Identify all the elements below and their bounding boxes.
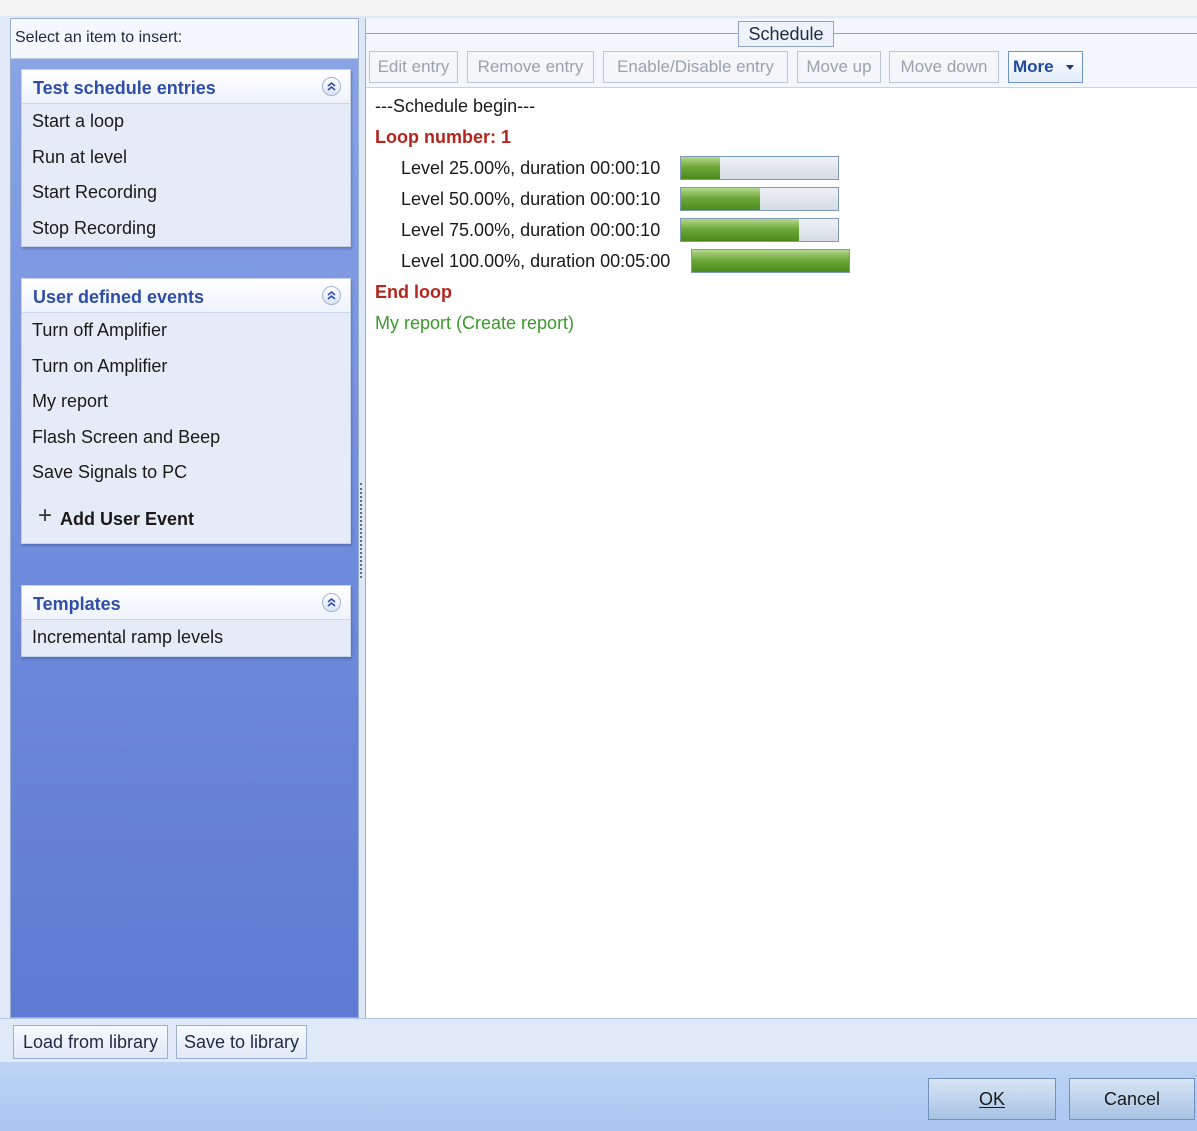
schedule-tab[interactable]: Schedule [738,21,834,47]
list-item-stop-recording[interactable]: Stop Recording [22,211,350,247]
group-header[interactable]: Test schedule entries [22,70,350,104]
group-templates: Templates Incremental ramp levels [21,585,351,657]
window-top-strip [0,0,1197,16]
progress-fill [681,188,760,210]
add-user-event-button[interactable]: + Add User Event [22,491,350,543]
list-item-save-signals[interactable]: Save Signals to PC [22,455,350,491]
list-item-run-at-level[interactable]: Run at level [22,140,350,176]
cancel-button[interactable]: Cancel [1069,1078,1195,1120]
level-entry-text[interactable]: Level 100.00%, duration 00:05:00 [401,251,670,272]
ok-button[interactable]: OK [928,1078,1056,1120]
level-entry-text[interactable]: Level 25.00%, duration 00:00:10 [401,158,660,179]
progress-fill [692,250,849,272]
move-down-button[interactable]: Move down [889,51,999,83]
enable-disable-entry-button[interactable]: Enable/Disable entry [603,51,788,83]
list-item-my-report[interactable]: My report [22,384,350,420]
loop-end-line[interactable]: End loop [375,282,452,303]
ok-label: OK [978,1089,1005,1109]
list-item-turn-on-amplifier[interactable]: Turn on Amplifier [22,349,350,385]
move-up-button[interactable]: Move up [797,51,881,83]
save-to-library-button[interactable]: Save to library [176,1025,307,1059]
level-entry-text[interactable]: Level 50.00%, duration 00:00:10 [401,189,660,210]
collapse-up-icon[interactable] [322,593,341,612]
list-item-start-recording[interactable]: Start Recording [22,175,350,211]
splitter-grip-icon [360,483,363,578]
collapse-up-icon[interactable] [322,286,341,305]
group-title: Test schedule entries [33,78,216,98]
level-progress-bar [680,218,839,242]
group-title: Templates [33,594,121,614]
schedule-begin-line[interactable]: ---Schedule begin--- [375,96,535,117]
level-progress-bar [680,187,839,211]
list-item-turn-off-amplifier[interactable]: Turn off Amplifier [22,313,350,349]
edit-entry-button[interactable]: Edit entry [369,51,458,83]
collapse-up-icon[interactable] [322,77,341,96]
level-entry-text[interactable]: Level 75.00%, duration 00:00:10 [401,220,660,241]
group-user-defined-events: User defined events Turn off Amplifier T… [21,278,351,544]
report-entry-line[interactable]: My report (Create report) [375,313,574,334]
load-from-library-button[interactable]: Load from library [13,1025,168,1059]
group-test-schedule-entries: Test schedule entries Start a loop Run a… [21,69,351,247]
chevron-down-icon [1066,65,1074,70]
group-header[interactable]: User defined events [22,279,350,313]
level-progress-bar [680,156,839,180]
level-progress-bar [691,249,850,273]
loop-start-line[interactable]: Loop number: 1 [375,127,511,148]
group-header[interactable]: Templates [22,586,350,620]
dialog-footer: OK Cancel [0,1062,1197,1131]
add-user-event-label: Add User Event [60,508,195,529]
insert-panel: Select an item to insert: Test schedule … [10,18,359,1018]
library-bar: Load from library Save to library [0,1018,1197,1062]
cancel-label: Cancel [1103,1089,1161,1109]
plus-icon: + [38,501,53,529]
group-title: User defined events [33,287,205,307]
progress-fill [681,219,799,241]
list-item-flash-screen[interactable]: Flash Screen and Beep [22,420,350,456]
schedule-toolbar-area: Schedule Edit entry Remove entry Enable/… [366,18,1197,88]
remove-entry-button[interactable]: Remove entry [467,51,594,83]
schedule-panel: Schedule Edit entry Remove entry Enable/… [365,18,1197,1018]
progress-fill [681,157,721,179]
insert-panel-header: Select an item to insert: [11,19,358,59]
more-label: More [1013,57,1054,76]
more-dropdown-button[interactable]: More [1008,51,1083,83]
list-item-incremental-ramp[interactable]: Incremental ramp levels [22,620,350,656]
list-item-start-loop[interactable]: Start a loop [22,104,350,140]
